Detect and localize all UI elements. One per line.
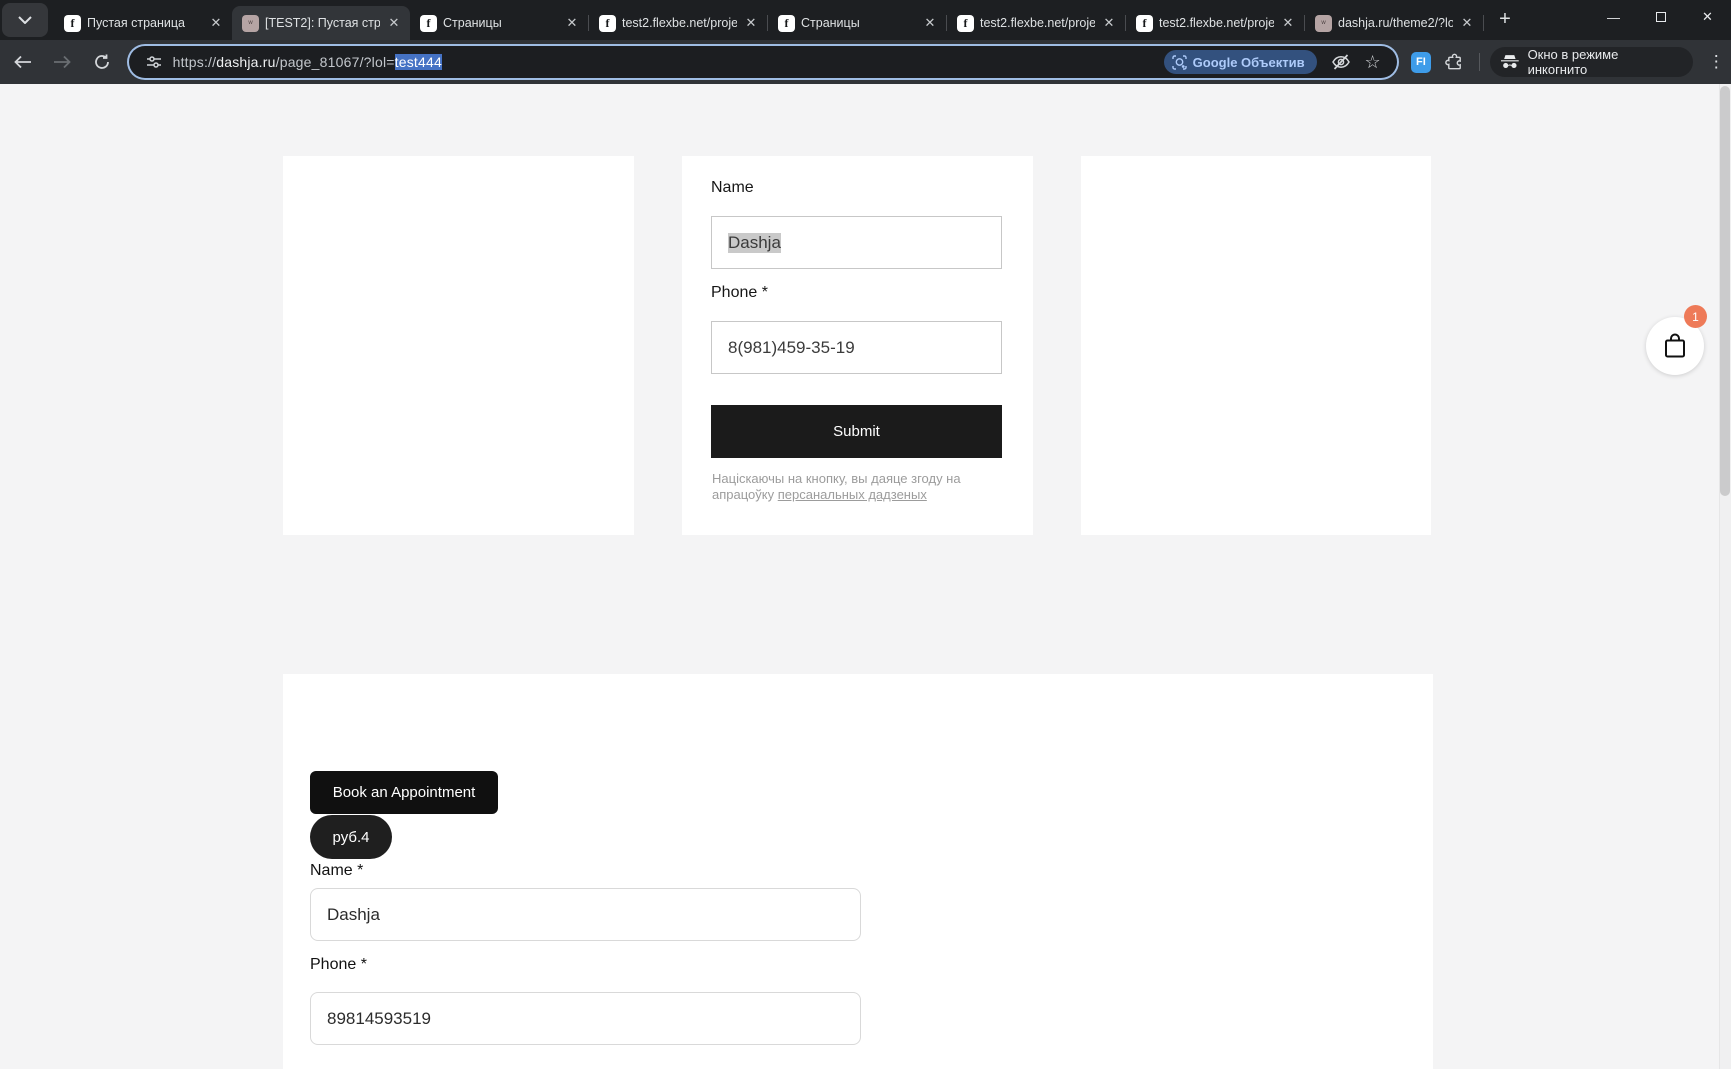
reload-button[interactable] <box>85 45 119 79</box>
tab-close-icon[interactable]: ✕ <box>386 15 402 31</box>
tab-close-icon[interactable]: ✕ <box>1459 15 1475 31</box>
flexbe-extension-button[interactable]: FI <box>1411 52 1432 73</box>
tab-search-button[interactable] <box>2 3 48 37</box>
tab-bar: f Пустая страница ✕ w [TEST2]: Пустая ст… <box>0 0 1731 40</box>
name-label: Name * <box>310 862 363 880</box>
tab-separator <box>1483 15 1484 31</box>
star-icon: ☆ <box>1365 52 1381 73</box>
tab-title: test2.flexbe.net/proje <box>980 16 1095 30</box>
page-viewport: Name Dashja Phone * 8(981)459-35-19 Subm… <box>0 84 1731 1069</box>
chevron-down-icon <box>18 16 32 24</box>
preview-hidden-button[interactable] <box>1327 48 1355 76</box>
tab-close-icon[interactable]: ✕ <box>564 15 580 31</box>
url-text[interactable]: https://dashja.ru/page_81067/?lol=test44… <box>173 54 1164 70</box>
back-button[interactable] <box>6 45 40 79</box>
phone-label: Phone * <box>310 956 367 974</box>
back-arrow-icon <box>14 55 32 69</box>
name-input[interactable]: Dashja <box>711 216 1002 269</box>
flexbe-favicon-icon: f <box>778 15 795 32</box>
incognito-icon <box>1500 54 1520 70</box>
phone-label: Phone * <box>711 284 768 302</box>
empty-card-left <box>283 156 634 535</box>
google-lens-icon <box>1172 55 1187 70</box>
personal-data-link[interactable]: персанальных дадзеных <box>778 487 927 502</box>
bookmark-star-button[interactable]: ☆ <box>1359 48 1387 76</box>
maximize-button[interactable] <box>1637 0 1684 34</box>
minimize-button[interactable]: — <box>1590 0 1637 34</box>
scrollbar-thumb[interactable] <box>1720 86 1730 496</box>
tab-title: test2.flexbe.net/proje <box>622 16 737 30</box>
maximize-icon <box>1656 12 1666 22</box>
incognito-badge: Окно в режиме инкогнито <box>1490 47 1694 77</box>
forward-arrow-icon <box>53 55 71 69</box>
book-appointment-button[interactable]: Book an Appointment <box>310 771 498 814</box>
address-bar[interactable]: https://dashja.ru/page_81067/?lol=test44… <box>129 46 1397 78</box>
close-window-button[interactable]: ✕ <box>1684 0 1731 34</box>
window-controls: — ✕ <box>1590 0 1731 34</box>
price-pill: руб.4 <box>310 815 392 859</box>
tab-close-icon[interactable]: ✕ <box>922 15 938 31</box>
name-label: Name <box>711 179 754 197</box>
site-settings-icon[interactable] <box>141 49 167 75</box>
contact-form-card: Name Dashja Phone * 8(981)459-35-19 Subm… <box>682 156 1033 535</box>
page-scrollbar[interactable] <box>1719 84 1731 1069</box>
google-lens-button[interactable]: Google Объектив <box>1164 50 1317 74</box>
tab-3[interactable]: f Страницы ✕ <box>410 6 588 40</box>
browser-toolbar: https://dashja.ru/page_81067/?lol=test44… <box>0 40 1731 84</box>
flexbe-favicon-icon: f <box>64 15 81 32</box>
forward-button[interactable] <box>46 45 80 79</box>
shopping-bag-icon <box>1662 332 1688 360</box>
tab-7[interactable]: f test2.flexbe.net/proje ✕ <box>1126 6 1304 40</box>
incognito-label: Окно в режиме инкогнито <box>1528 47 1680 77</box>
flexbe-favicon-icon: f <box>1136 15 1153 32</box>
flexbe-favicon-icon: f <box>599 15 616 32</box>
google-lens-label: Google Объектив <box>1193 55 1305 70</box>
tab-5[interactable]: f Страницы ✕ <box>768 6 946 40</box>
phone-input[interactable] <box>310 992 861 1045</box>
name-input-value: Dashja <box>728 233 781 253</box>
url-domain: dashja.ru <box>216 54 275 70</box>
eye-off-icon <box>1331 53 1351 71</box>
flexbe-favicon-icon: f <box>420 15 437 32</box>
tab-6[interactable]: f test2.flexbe.net/proje ✕ <box>947 6 1125 40</box>
submit-button[interactable]: Submit <box>711 405 1002 458</box>
extensions-puzzle-button[interactable] <box>1439 47 1469 77</box>
reload-icon <box>94 54 110 70</box>
tab-close-icon[interactable]: ✕ <box>208 15 224 31</box>
url-path: /page_81067/?lol= <box>276 54 395 70</box>
tab-title: dashja.ru/theme2/?lol <box>1338 16 1453 30</box>
tab-title: Страницы <box>443 16 558 30</box>
tab-close-icon[interactable]: ✕ <box>1280 15 1296 31</box>
tab-8[interactable]: w dashja.ru/theme2/?lol ✕ <box>1305 6 1483 40</box>
booking-section: Book an Appointment руб.4 Name * Phone * <box>283 674 1433 1069</box>
tab-close-icon[interactable]: ✕ <box>1101 15 1117 31</box>
url-selected-text: test444 <box>395 54 442 70</box>
site-thumbnail-favicon-icon: w <box>1315 15 1332 32</box>
tab-title: Пустая страница <box>87 16 202 30</box>
url-scheme: https:// <box>173 54 217 70</box>
name-input[interactable] <box>310 888 861 941</box>
tab-title: Страницы <box>801 16 916 30</box>
tab-1[interactable]: f Пустая страница ✕ <box>54 6 232 40</box>
tab-4[interactable]: f test2.flexbe.net/proje ✕ <box>589 6 767 40</box>
puzzle-icon <box>1445 53 1464 72</box>
consent-text: Націскаючы на кнопку, вы даяце згоду на … <box>712 471 974 503</box>
flexbe-favicon-icon: f <box>957 15 974 32</box>
tab-close-icon[interactable]: ✕ <box>743 15 759 31</box>
tab-title: test2.flexbe.net/proje <box>1159 16 1274 30</box>
empty-card-right <box>1081 156 1431 535</box>
tab-2-active[interactable]: w [TEST2]: Пустая стран ✕ <box>232 6 410 40</box>
phone-input[interactable]: 8(981)459-35-19 <box>711 321 1002 374</box>
phone-input-value: 8(981)459-35-19 <box>728 338 855 358</box>
site-thumbnail-favicon-icon: w <box>242 15 259 32</box>
new-tab-button[interactable]: + <box>1490 4 1520 34</box>
toolbar-separator <box>1479 53 1480 71</box>
browser-menu-button[interactable]: ⋮ <box>1701 47 1731 77</box>
cart-count-badge: 1 <box>1684 305 1707 328</box>
tab-title: [TEST2]: Пустая стран <box>265 16 380 30</box>
